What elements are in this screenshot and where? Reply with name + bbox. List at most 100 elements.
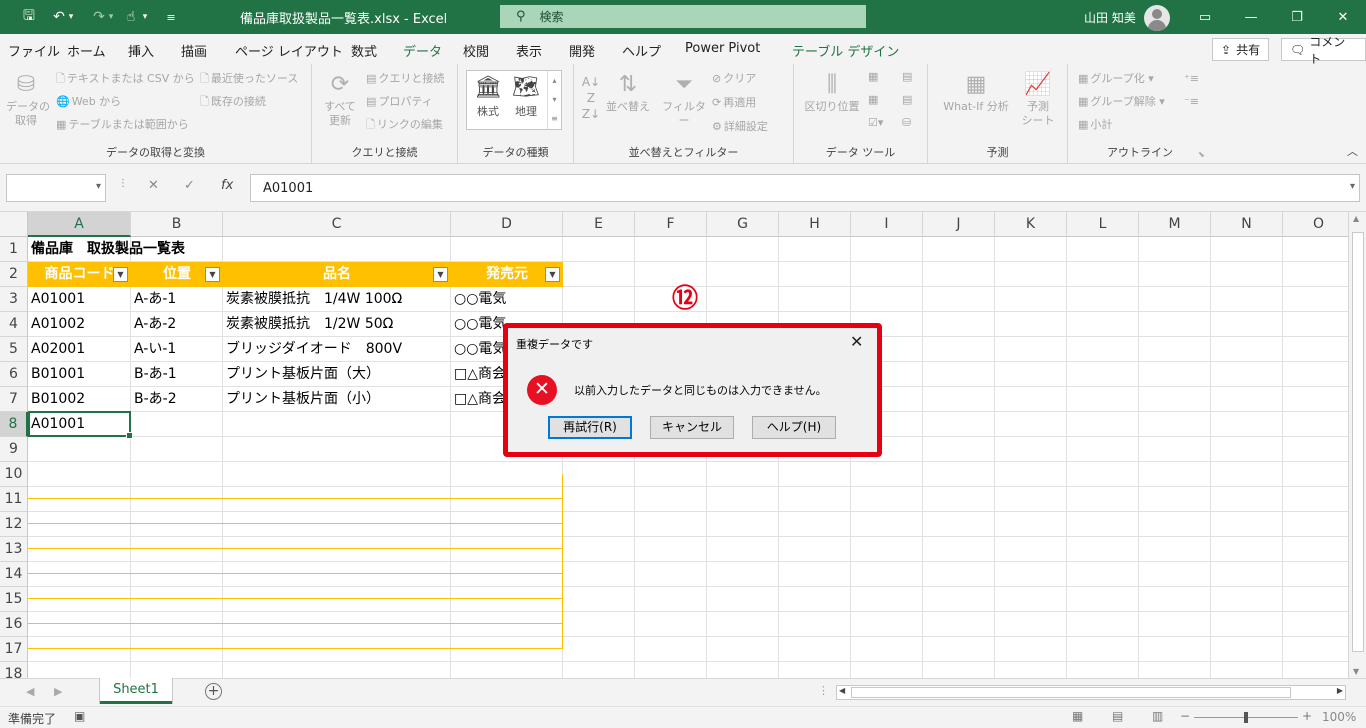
row-header-16[interactable]: 16 [0,612,28,637]
row-header-5[interactable]: 5 [0,337,28,362]
row-header-1[interactable]: 1 [0,237,28,262]
sort-button[interactable]: ⇅ 並べ替え [606,72,650,114]
retry-button[interactable]: 再試行(R) [548,416,632,439]
sheet-tab[interactable]: Sheet1 [100,678,172,704]
sheet-title-cell[interactable]: 備品庫 取扱製品一覧表 [28,237,328,262]
minimize-button[interactable]: — [1228,0,1274,34]
table-cell[interactable]: プリント基板片面（小） [223,387,451,412]
row-header-8[interactable]: 8 [0,412,28,437]
formula-input[interactable]: A01001 [250,174,1360,202]
insert-function-icon[interactable]: fx [221,178,233,193]
zoom-level[interactable]: 100% [1322,710,1356,724]
tab-page-layout[interactable]: ページ レイアウト [235,41,343,60]
column-header-e[interactable]: E [563,212,635,237]
table-cell[interactable]: B-あ-1 [131,362,223,387]
row-header-14[interactable]: 14 [0,562,28,587]
tab-data[interactable]: データ [403,41,443,66]
refresh-all-button[interactable]: ⟳ すべて 更新 [320,72,360,128]
table-cell[interactable]: B01002 [28,387,131,412]
row-header-12[interactable]: 12 [0,512,28,537]
filter-dropdown-icon[interactable]: ▼ [205,267,220,282]
recent-sources-button[interactable]: 🗋 最近使ったソース [200,72,298,86]
cancel-button[interactable]: キャンセル [650,416,734,439]
horizontal-scroll-thumb[interactable] [851,687,1291,698]
outline-settings-icon[interactable]: ⬊ [1198,148,1205,162]
from-text-csv-button[interactable]: 🗋 テキストまたは CSV から [56,72,195,86]
row-header-3[interactable]: 3 [0,287,28,312]
filter-button[interactable]: ⏷ フィルター [660,72,708,128]
filter-dropdown-icon[interactable]: ▼ [433,267,448,282]
name-box[interactable] [6,174,106,202]
dialog-close-icon[interactable]: ✕ [850,332,863,351]
from-table-button[interactable]: ▦ テーブルまたは範囲から [56,118,189,132]
row-header-18[interactable]: 18 [0,662,28,678]
advanced-filter-button[interactable]: ⚙ 詳細設定 [712,120,768,134]
tab-home[interactable]: ホーム [67,41,106,60]
page-layout-view-icon[interactable]: ▤ [1112,709,1123,723]
ribbon-display-options-icon[interactable]: ▭ [1182,0,1228,34]
normal-view-icon[interactable]: ▦ [1072,709,1083,723]
table-cell[interactable]: ○○電気 [451,287,563,312]
column-header-c[interactable]: C [223,212,451,237]
remove-duplicates-button[interactable]: ▦ [868,93,880,107]
table-cell[interactable]: ブリッジダイオード 800V [223,337,451,362]
header-cell-vendor[interactable]: 発売元 ▼ [451,262,563,287]
column-header-l[interactable]: L [1067,212,1139,237]
filter-dropdown-icon[interactable]: ▼ [113,267,128,282]
existing-connections-button[interactable]: 🗋 既存の接続 [200,95,266,109]
scroll-right-icon[interactable]: ▶ [1337,686,1343,695]
zoom-in-icon[interactable]: + [1302,709,1312,723]
tab-help[interactable]: ヘルプ [622,41,661,60]
get-data-button[interactable]: ⛁ データの 取得 [6,72,50,128]
subtotal-button[interactable]: ▦ 小計 [1078,118,1112,132]
row-header-9[interactable]: 9 [0,437,28,462]
tab-file[interactable]: ファイル [8,41,60,60]
header-cell-location[interactable]: 位置 ▼ [131,262,223,287]
tab-draw[interactable]: 描画 [181,41,207,60]
data-model-button[interactable]: ⛁ [902,116,913,130]
filter-dropdown-icon[interactable]: ▼ [545,267,560,282]
column-header-n[interactable]: N [1211,212,1283,237]
share-button[interactable]: ⇪ 共有 [1212,38,1270,61]
scroll-down-icon[interactable]: ▼ [1353,667,1359,676]
stocks-button[interactable]: 🏛 株式 [469,75,507,119]
vertical-scroll-thumb[interactable] [1352,232,1364,652]
scroll-left-icon[interactable]: ◀ [839,686,845,695]
table-cell[interactable]: A-あ-2 [131,312,223,337]
undo-dropdown-icon[interactable]: ▾ [64,0,78,34]
ungroup-button[interactable]: ▦ グループ解除 ▾ [1078,95,1165,109]
row-header-15[interactable]: 15 [0,587,28,612]
table-cell[interactable]: A02001 [28,337,131,362]
row-header-11[interactable]: 11 [0,487,28,512]
table-cell[interactable]: B-あ-2 [131,387,223,412]
customize-qat-icon[interactable]: ≡ [158,0,184,34]
edit-links-button[interactable]: 🗋 リンクの編集 [366,118,443,132]
show-detail-icon[interactable]: ⁺≡ [1184,72,1199,86]
next-sheet-icon[interactable]: ▶ [54,685,62,698]
collapse-ribbon-icon[interactable]: ︿ [1347,143,1358,159]
flash-fill-button[interactable]: ▦ [868,70,880,84]
tab-review[interactable]: 校閲 [463,41,489,60]
tab-formulas[interactable]: 数式 [351,41,377,60]
column-header-k[interactable]: K [995,212,1067,237]
text-to-columns-button[interactable]: ⫼ 区切り位置 [802,72,862,114]
search-box[interactable]: ⚲ 検索 [500,5,866,28]
save-icon[interactable]: 🖫 [16,0,42,34]
table-cell[interactable]: A01002 [28,312,131,337]
table-cell[interactable]: B01001 [28,362,131,387]
vertical-scrollbar[interactable]: ▲ ▼ [1348,212,1366,678]
row-header-10[interactable]: 10 [0,462,28,487]
scroll-up-icon[interactable]: ▲ [1353,214,1359,223]
header-cell-product-name[interactable]: 品名 ▼ [223,262,451,287]
comment-button[interactable]: 🗨 コメント [1281,35,1366,66]
from-web-button[interactable]: 🌐 Web から [56,95,121,109]
row-header-6[interactable]: 6 [0,362,28,387]
consolidate-button[interactable]: ▤ [902,70,914,84]
column-header-g[interactable]: G [707,212,779,237]
column-header-j[interactable]: J [923,212,995,237]
tab-insert[interactable]: 挿入 [128,41,154,60]
restore-button[interactable]: ❐ [1274,0,1320,34]
redo-dropdown-icon[interactable]: ▾ [104,0,118,34]
table-cell[interactable]: プリント基板片面（大） [223,362,451,387]
cancel-icon[interactable]: ✕ [148,178,159,193]
